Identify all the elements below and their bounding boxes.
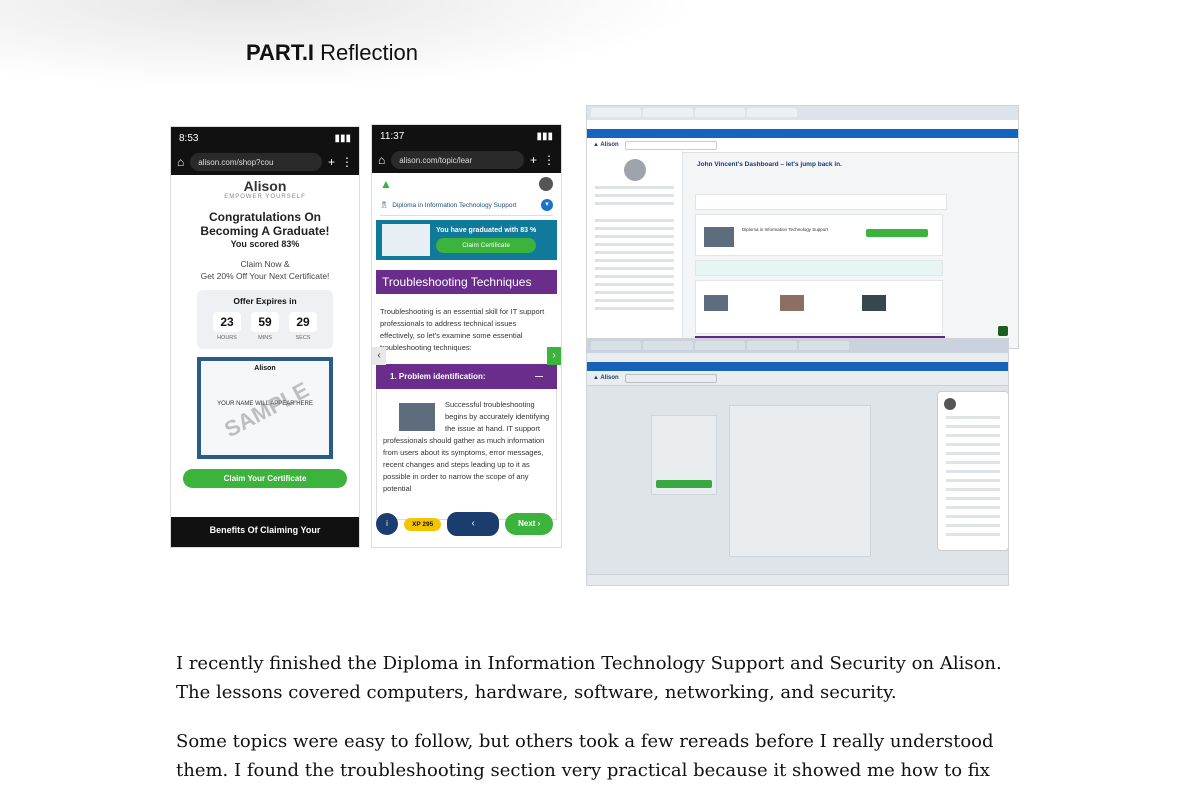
plus-icon: + bbox=[529, 153, 537, 167]
alison-logo: ▲ Alison bbox=[593, 142, 619, 148]
search-input[interactable] bbox=[624, 140, 717, 150]
certificate-thumbnail bbox=[382, 224, 430, 256]
home-icon: ⌂ bbox=[177, 155, 185, 169]
accordion-body: Successful troubleshooting begins by acc… bbox=[376, 389, 557, 520]
course-selector[interactable]: 🎗 Diploma in Information Technology Supp… bbox=[380, 199, 553, 216]
url-field: alison.com/topic/lear bbox=[391, 151, 524, 169]
certificate-logo: Alison bbox=[254, 365, 276, 372]
graduation-card: You have graduated with 83 % Claim Certi… bbox=[376, 220, 557, 260]
menu-icon: ⋮ bbox=[341, 155, 353, 169]
phone-status-bar: 8:53 ▮▮▮ bbox=[171, 127, 359, 149]
paragraph-2-line-2: them. I found the troubleshooting sectio… bbox=[176, 760, 990, 781]
course-thumbnail bbox=[704, 227, 734, 247]
screenshot-account-menu: ▲ Alison bbox=[586, 338, 1009, 586]
heading-title: Reflection bbox=[320, 40, 419, 65]
course-name: Diploma in Information Technology Suppor… bbox=[392, 201, 517, 209]
phone-status-bar: 11:37 ▮▮▮ bbox=[372, 125, 561, 147]
accordion-title: 1. Problem identification: bbox=[390, 372, 486, 381]
dashboard-sidebar bbox=[587, 151, 683, 348]
accordion-problem-identification[interactable]: 1. Problem identification: — bbox=[376, 364, 557, 389]
graduated-text: You have graduated with 83 % bbox=[436, 227, 537, 234]
app-banner bbox=[695, 260, 943, 276]
status-time: 11:37 bbox=[380, 130, 405, 142]
claim-certificate-button[interactable]: Claim Certificate bbox=[436, 238, 537, 253]
prev-arrow-icon[interactable]: ‹ bbox=[372, 347, 386, 365]
heading-part-label: PART.I bbox=[246, 40, 315, 65]
offer-title: Offer Expires in bbox=[233, 296, 297, 306]
paragraph-1-line-2: The lessons covered computers, hardware,… bbox=[176, 682, 897, 703]
screenshot-troubleshooting-lesson: 11:37 ▮▮▮ ⌂ alison.com/topic/lear + ⋮ ▲ … bbox=[371, 124, 562, 548]
paragraph-2-line-1: Some topics were easy to follow, but oth… bbox=[176, 731, 994, 752]
certificate-watermark: SAMPLE bbox=[220, 376, 313, 443]
congrats-heading: Congratulations On Becoming A Graduate! bbox=[171, 210, 359, 238]
section-intro: Troubleshooting is an essential skill fo… bbox=[380, 307, 545, 352]
promo-banner bbox=[587, 129, 1018, 138]
menu-icon: ⋮ bbox=[543, 153, 555, 167]
score-text: You scored 83% bbox=[230, 239, 300, 249]
benefits-footer: Benefits Of Claiming Your bbox=[171, 517, 359, 547]
next-button[interactable]: Next › bbox=[505, 513, 554, 535]
claim-certificate-button[interactable] bbox=[866, 229, 928, 237]
battery-icon: ▮▮▮ bbox=[536, 130, 553, 142]
address-bar bbox=[587, 120, 1018, 129]
plus-icon: + bbox=[327, 155, 335, 169]
avatar bbox=[623, 159, 646, 181]
alison-mark-icon: ▲ bbox=[380, 177, 392, 191]
account-dropdown bbox=[937, 391, 1008, 551]
browser-url-bar: ⌂ alison.com/shop?cou + ⋮ bbox=[171, 149, 359, 175]
discount-text: Get 20% Off Your Next Certificate! bbox=[200, 271, 330, 281]
countdown-secs: 29 SECS bbox=[289, 312, 317, 341]
offer-countdown: Offer Expires in 23 HOURS 59 MINS 29 SEC… bbox=[197, 290, 333, 349]
chevron-down-icon[interactable]: ▾ bbox=[541, 199, 553, 211]
lesson-bottom-nav: i XP 295 ‹ Next › bbox=[376, 507, 557, 541]
countdown-hours: 23 HOURS bbox=[213, 312, 241, 341]
countdown-timer: 23 HOURS 59 MINS 29 SECS bbox=[197, 312, 333, 341]
screenshot-graduation-offer: 8:53 ▮▮▮ ⌂ alison.com/shop?cou + ⋮ Aliso… bbox=[170, 126, 360, 548]
completed-courses-panel: Diploma in Information Technology Suppor… bbox=[695, 214, 943, 256]
browser-url-bar: ⌂ alison.com/topic/lear + ⋮ bbox=[372, 147, 561, 173]
windows-taskbar bbox=[587, 574, 1008, 585]
lesson-image bbox=[399, 403, 435, 431]
browser-tabs bbox=[587, 106, 1018, 120]
url-field: alison.com/shop?cou bbox=[190, 153, 322, 171]
collapse-icon: — bbox=[535, 372, 543, 381]
claim-certificate-button[interactable]: Claim Your Certificate bbox=[183, 469, 347, 488]
completed-course-name: Diploma in Information Technology Suppor… bbox=[742, 227, 828, 232]
xp-badge: XP 295 bbox=[404, 517, 442, 531]
congrats-line-2: Becoming A Graduate! bbox=[200, 224, 330, 238]
dashboard-title: John Vincent's Dashboard – let's jump ba… bbox=[697, 161, 842, 168]
battery-icon: ▮▮▮ bbox=[334, 132, 351, 144]
alison-tagline: EMPOWER YOURSELF bbox=[224, 194, 306, 200]
claim-now-text: Claim Now & bbox=[240, 259, 290, 269]
status-time: 8:53 bbox=[179, 132, 199, 144]
screenshot-dashboard: ▲ Alison John Vincent's Dashboard – let'… bbox=[586, 105, 1019, 349]
similar-courses-panel bbox=[695, 280, 943, 334]
alison-logo: Alison bbox=[243, 178, 287, 194]
countdown-mins: 59 MINS bbox=[251, 312, 279, 341]
avatar bbox=[944, 398, 956, 410]
congrats-line-1: Congratulations On bbox=[209, 210, 321, 224]
paragraph-1-line-1: I recently finished the Diploma in Infor… bbox=[176, 653, 1002, 674]
previous-button[interactable]: ‹ bbox=[447, 512, 500, 536]
next-arrow-icon[interactable]: › bbox=[547, 347, 561, 365]
home-icon: ⌂ bbox=[378, 153, 386, 167]
ribbon-icon: 🎗 bbox=[380, 202, 389, 209]
chat-icon[interactable] bbox=[998, 326, 1008, 336]
sample-certificate: Alison YOUR NAME WILL APPEAR HERE SAMPLE bbox=[197, 357, 333, 459]
avatar[interactable] bbox=[539, 177, 553, 191]
page-heading: PART.I Reflection bbox=[246, 40, 418, 66]
info-icon[interactable]: i bbox=[376, 513, 398, 535]
lesson-header: ▲ bbox=[372, 173, 561, 195]
section-title: Troubleshooting Techniques bbox=[376, 270, 557, 294]
stats-row bbox=[695, 194, 947, 210]
